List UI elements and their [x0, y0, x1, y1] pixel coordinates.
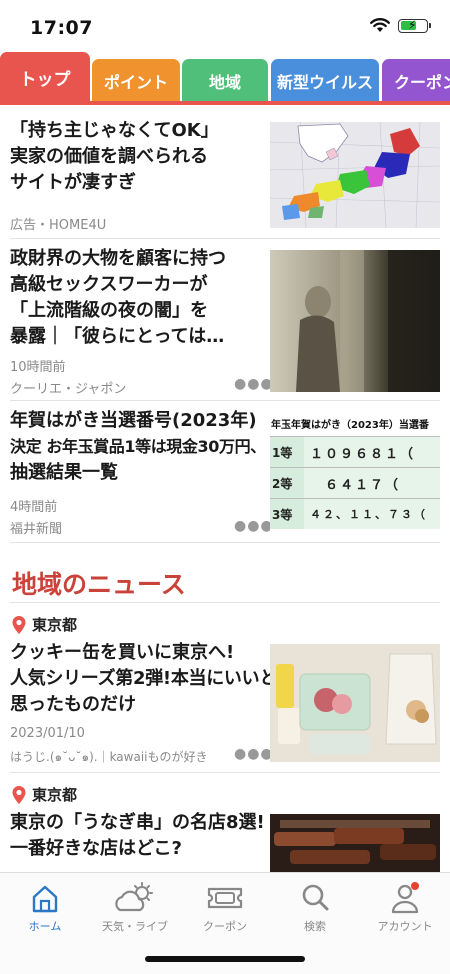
tab-underline — [0, 101, 450, 105]
tab-points[interactable]: ポイント — [92, 59, 180, 102]
nav-home[interactable]: ホーム — [0, 881, 90, 934]
divider — [10, 400, 440, 401]
tab-label: 地域 — [208, 72, 241, 92]
tab-label: トップ — [19, 69, 71, 90]
article-thumbnail — [270, 644, 440, 762]
home-indicator — [145, 956, 305, 962]
article-thumbnail — [270, 122, 440, 228]
article-ad[interactable]: 「持ち主じゃなくてOK」 実家の価値を調べられる サイトが凄すぎ 広告・HOME… — [10, 118, 440, 233]
more-options-icon[interactable]: ●●● — [234, 518, 274, 534]
wifi-icon — [370, 18, 390, 32]
weather-icon — [115, 882, 153, 912]
status-time: 17:07 — [30, 17, 93, 39]
article-title: 年賀はがき当選番号(2023年) 決定 お年玉賞品1等は現金30万円、 抽選結果… — [10, 410, 266, 483]
nav-coupon[interactable]: クーポン — [180, 881, 270, 934]
divider — [10, 772, 440, 773]
search-icon — [302, 884, 329, 911]
tab-top[interactable]: トップ — [0, 52, 90, 102]
tab-label: 新型ウイルス — [276, 72, 373, 92]
more-options-icon[interactable]: ●●● — [234, 746, 274, 762]
nav-account[interactable]: アカウント — [360, 881, 450, 934]
region-name: 東京都 — [32, 786, 78, 804]
tab-region[interactable]: 地域 — [182, 59, 268, 102]
status-bar: 17:07 ⚡ — [0, 0, 450, 50]
tab-label: クーポン — [394, 72, 450, 92]
article-item[interactable]: 東京の「うなぎ串」の名店8選! 一番好きな店はどこ? — [10, 810, 440, 872]
article-source: 福井新聞 — [10, 522, 63, 537]
article-title: 「持ち主じゃなくてOK」 実家の価値を調べられる サイトが凄すぎ — [10, 120, 219, 193]
article-source: 広告・HOME4U — [10, 218, 107, 233]
region-label: 東京都 — [12, 614, 77, 635]
article-item[interactable]: 年賀はがき当選番号(2023年) 決定 お年玉賞品1等は現金30万円、 抽選結果… — [10, 408, 440, 537]
article-item[interactable]: 政財界の大物を顧客に持つ 高級セックスワーカーが 「上流階級の夜の闇」を 暴露｜… — [10, 246, 440, 397]
account-icon — [391, 882, 419, 914]
nav-label: クーポン — [203, 920, 247, 933]
home-icon — [32, 885, 58, 913]
article-thumbnail: 年玉年賀はがき（2023年）当選番 1等 １０９６８１（ 2等 ６４１７（ 3等… — [270, 414, 440, 532]
nav-label: 天気・ライブ — [102, 920, 168, 933]
article-time: 4時間前 — [10, 500, 58, 515]
article-item[interactable]: クッキー缶を買いに東京へ! 人気シリーズ第2弾!本当にいいと 思ったものだけ 2… — [10, 640, 440, 764]
tab-coupon[interactable]: クーポン — [382, 59, 450, 102]
article-date: 2023/01/10 — [10, 726, 85, 741]
divider — [10, 602, 440, 603]
nav-label: 検索 — [304, 920, 326, 933]
article-title: クッキー缶を買いに東京へ! 人気シリーズ第2弾!本当にいいと 思ったものだけ — [10, 642, 278, 715]
article-thumbnail — [270, 814, 440, 872]
nav-label: アカウント — [377, 920, 433, 933]
article-title: 東京の「うなぎ串」の名店8選! 一番好きな店はどこ? — [10, 812, 265, 859]
region-label: 東京都 — [12, 784, 77, 805]
battery-icon: ⚡ — [398, 18, 431, 33]
tab-label: ポイント — [103, 72, 168, 92]
location-pin-icon — [12, 785, 26, 804]
divider — [10, 542, 440, 543]
article-title: 政財界の大物を顧客に持つ 高級セックスワーカーが 「上流階級の夜の闇」を 暴露｜… — [10, 248, 226, 347]
nav-search[interactable]: 検索 — [270, 881, 360, 934]
region-name: 東京都 — [32, 616, 78, 634]
article-source: はうじ.(๑˘ᴗ˘๑).｜kawaiiものが好き — [10, 750, 208, 764]
notification-badge — [411, 882, 419, 890]
section-title: 地域のニュース — [12, 570, 186, 599]
nav-label: ホーム — [28, 920, 62, 933]
article-time: 10時間前 — [10, 360, 66, 375]
article-source: クーリエ・ジャポン — [10, 382, 127, 397]
nav-weather[interactable]: 天気・ライブ — [90, 881, 180, 934]
category-tabs: トップ ポイント 地域 新型ウイルス クーポン — [0, 52, 450, 102]
divider — [10, 238, 440, 239]
coupon-icon — [207, 887, 243, 909]
article-thumbnail — [270, 250, 440, 392]
location-pin-icon — [12, 615, 26, 634]
status-icons: ⚡ — [370, 18, 431, 33]
tab-coronavirus[interactable]: 新型ウイルス — [271, 59, 379, 102]
more-options-icon[interactable]: ●●● — [234, 376, 274, 392]
